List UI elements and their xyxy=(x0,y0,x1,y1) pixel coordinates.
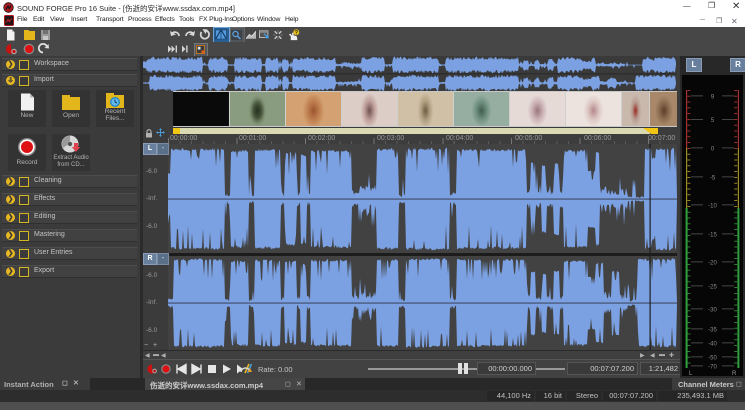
svg-text:R: R xyxy=(732,371,737,376)
svg-text:-10: -10 xyxy=(708,204,717,210)
svg-text:-20: -20 xyxy=(708,261,717,267)
svg-text:9: 9 xyxy=(711,95,715,101)
svg-text:-15: -15 xyxy=(708,233,717,239)
svg-text:0: 0 xyxy=(711,147,715,153)
svg-text:-40: -40 xyxy=(708,342,717,348)
svg-text:5: 5 xyxy=(711,118,715,124)
svg-text:-25: -25 xyxy=(708,285,717,291)
svg-text:-30: -30 xyxy=(708,308,717,314)
svg-text:-70: -70 xyxy=(708,365,717,371)
svg-text:-50: -50 xyxy=(708,356,717,362)
svg-text:L: L xyxy=(689,371,693,376)
svg-text:?: ? xyxy=(294,31,298,37)
svg-text:-5: -5 xyxy=(710,176,716,182)
svg-text:-35: -35 xyxy=(708,328,717,334)
